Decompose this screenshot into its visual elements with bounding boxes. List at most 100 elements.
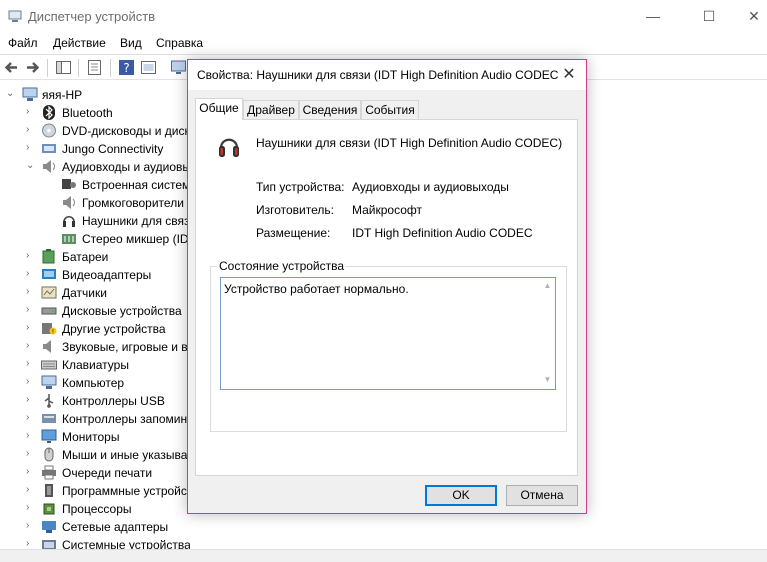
device-name: Наушники для связи (IDT High Definition … [256,136,563,150]
network-icon [42,521,56,533]
minimize-button[interactable]: — [630,0,676,33]
tree-view-icon[interactable] [55,59,72,76]
device-manager-icon [8,10,22,22]
device-tree: ⌄ яяя-HP › Bluetooth › DVD-дисководы и диск… [0,86,190,562]
maximize-button[interactable]: ☐ [686,0,732,33]
expand-chevron-icon[interactable]: › [26,394,36,406]
expand-chevron-icon[interactable]: › [26,286,36,298]
expand-chevron-icon[interactable]: › [26,142,36,154]
device-status-text: Устройство работает нормально. [224,282,409,296]
horizontal-scrollbar[interactable] [0,549,767,562]
expand-chevron-icon[interactable]: › [26,268,36,280]
cpu-icon [43,503,55,515]
sensor-icon [41,286,57,299]
menu-action[interactable]: Действие [53,36,106,50]
expand-chevron-icon[interactable]: › [26,412,36,424]
tree-item-label: Мыши и иные указыва [62,448,188,462]
device-status-textbox[interactable]: Устройство работает нормально. ▲ ▼ [220,277,556,390]
scroll-up-icon[interactable]: ▲ [543,282,552,290]
monitor-icon [41,429,57,443]
dialog-title-bar: Свойства: Наушники для связи (IDT High D… [188,60,586,90]
expand-chevron-icon[interactable]: › [26,106,36,118]
expand-chevron-icon[interactable]: › [26,484,36,496]
update-driver-icon[interactable] [140,59,157,76]
expand-chevron-icon[interactable]: › [26,358,36,370]
prop-location-value: IDT High Definition Audio CODEC [352,226,533,240]
tree-item-label: Сетевые адаптеры [62,520,169,534]
tree-item-label: Наушники для связ [82,214,190,228]
help-icon[interactable]: ? [118,59,135,76]
software-device-icon [45,484,53,497]
computer-icon [22,87,38,101]
forward-icon[interactable] [24,59,41,76]
collapse-chevron-icon[interactable]: ⌄ [26,160,36,172]
storage-controller-icon [42,414,56,423]
mic-icon [62,179,76,189]
scroll-down-icon[interactable]: ▼ [543,376,552,384]
status-scrollbar[interactable]: ▲ ▼ [540,278,555,389]
toolbar-separator [47,59,48,77]
expand-chevron-icon[interactable]: › [26,340,36,352]
tree-item-label: Компьютер [62,376,125,390]
prop-device-type-label: Тип устройства: [256,180,345,194]
dialog-close-button[interactable]: ✕ [552,60,586,90]
tree-item-label: Jungo Connectivity [62,142,164,156]
expand-chevron-icon[interactable]: › [26,322,36,334]
device-status-label: Состояние устройства [217,259,347,273]
tree-item-label: Дисковые устройства [62,304,182,318]
tree-item-label: Мониторы [62,430,120,444]
menu-help[interactable]: Справка [156,36,203,50]
computer-icon [41,375,57,389]
svg-text:?: ? [123,61,129,75]
expand-chevron-icon[interactable]: › [26,430,36,442]
tab-driver[interactable]: Драйвер [243,100,299,119]
tab-details[interactable]: Сведения [299,100,361,119]
tree-item-label: Батареи [62,250,109,264]
properties-icon[interactable] [86,59,103,76]
tree-item-label: Контроллеры USB [62,394,165,408]
expand-chevron-icon[interactable]: › [26,502,36,514]
monitor-icon[interactable] [170,59,187,76]
dialog-title: Свойства: Наушники для связи (IDT High D… [197,68,559,82]
mixer-icon [62,234,76,244]
cancel-button[interactable]: Отмена [506,485,578,506]
sound-icon [43,340,51,353]
tab-general[interactable]: Общие [195,98,243,120]
expand-chevron-icon[interactable]: › [26,250,36,262]
tree-item-label: Другие устройства [62,322,166,336]
tree-item-label: Стерео микшер (ID [82,232,189,246]
collapse-chevron-icon[interactable]: ⌄ [6,88,16,100]
device-status-group: Состояние устройства Устройство работает… [210,259,567,432]
menu-view[interactable]: Вид [120,36,142,50]
expand-chevron-icon[interactable]: › [26,520,36,532]
keyboard-icon [41,360,57,370]
tree-item-label: Bluetooth [62,106,113,120]
tree-item-label: Контроллеры запомин [62,412,188,426]
tree-item-label: Очереди печати [62,466,153,480]
mouse-icon [44,447,54,462]
tree-item-label: Видеоадаптеры [62,268,152,282]
prop-device-type-value: Аудиовходы и аудиовыходы [352,180,509,194]
tab-events[interactable]: События [361,100,419,119]
back-icon[interactable] [3,59,20,76]
close-button[interactable]: ✕ [731,0,767,33]
battery-icon [42,249,55,264]
headset-icon [63,215,75,227]
tree-item-label: DVD-дисководы и диск [62,124,190,138]
toolbar-separator [78,59,79,77]
prop-location-label: Размещение: [256,226,331,240]
tree-item-label: Программные устройс [62,484,187,498]
expand-chevron-icon[interactable]: › [26,124,36,136]
window-title: Диспетчер устройств [28,9,156,24]
tree-item-label: Громкоговорители [82,196,184,210]
tree-item-label: Клавиатуры [62,358,129,372]
speaker-icon [43,160,55,173]
expand-chevron-icon[interactable]: › [26,304,36,316]
expand-chevron-icon[interactable]: › [26,376,36,388]
menu-file[interactable]: Файл [8,36,38,50]
ok-button[interactable]: OK [425,485,497,506]
expand-chevron-icon[interactable]: › [26,448,36,460]
menu-bar: Файл Действие Вид Справка [0,33,767,53]
expand-chevron-icon[interactable]: › [26,466,36,478]
tree-item-label: Аудиовходы и аудиовы [62,160,190,174]
